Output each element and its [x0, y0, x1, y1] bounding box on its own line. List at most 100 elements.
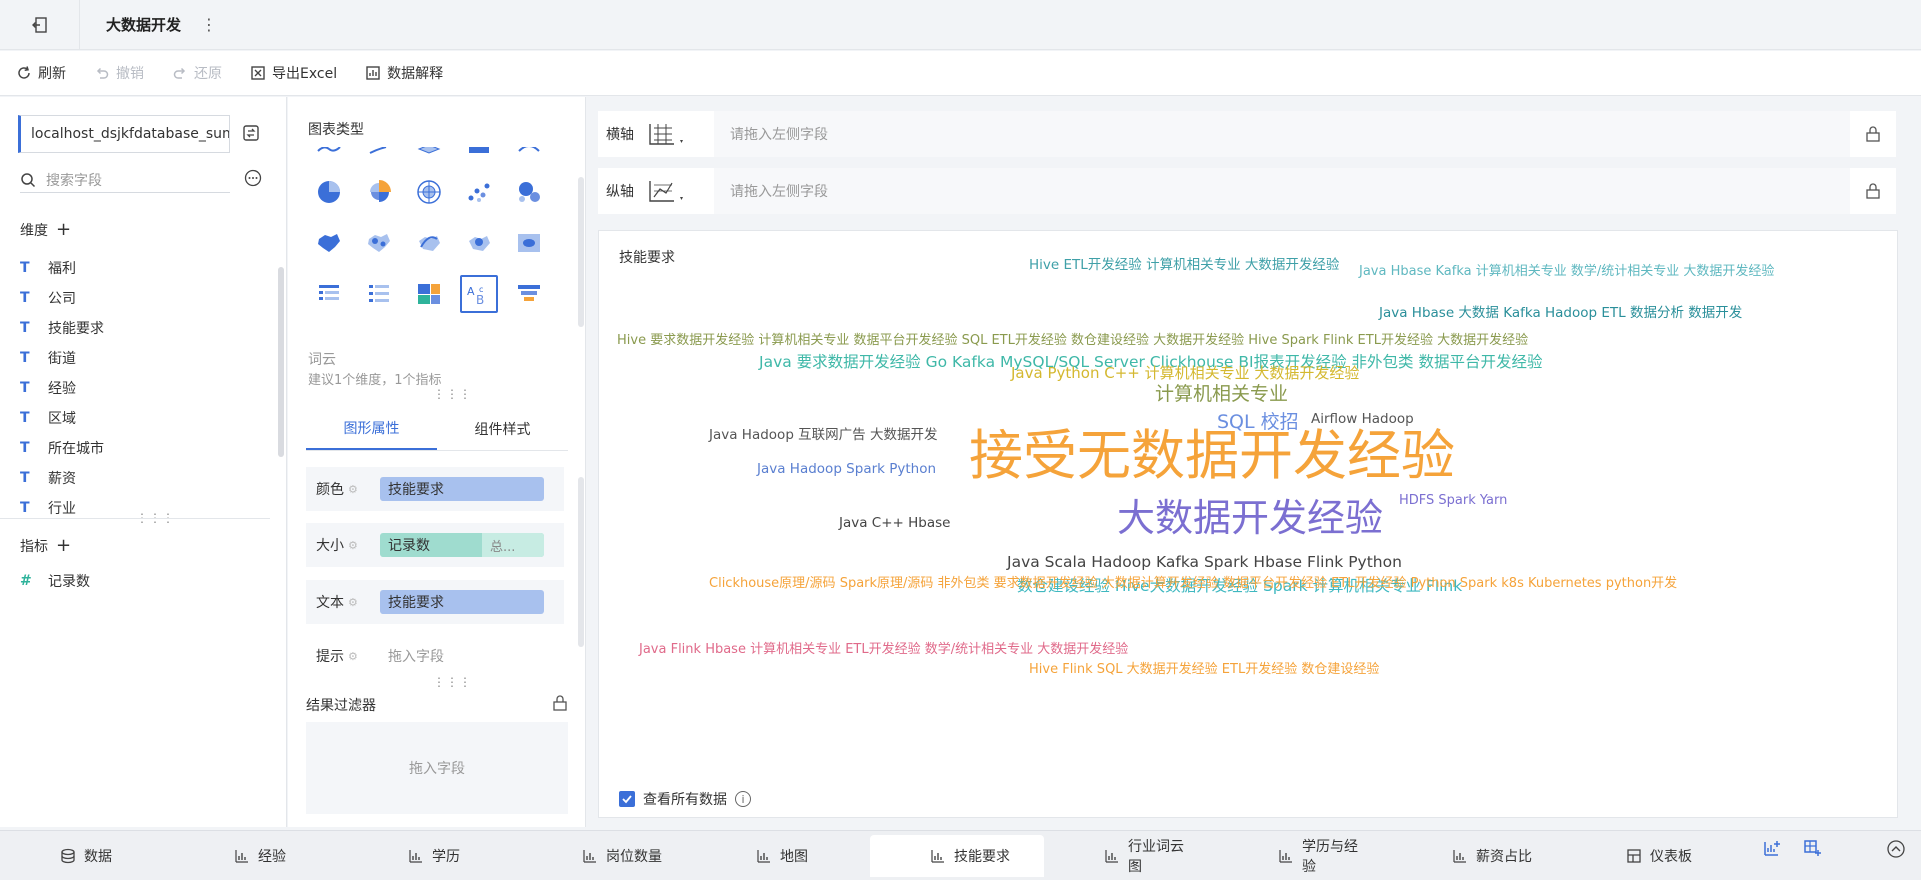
word-cloud-word[interactable]: 计算机相关专业	[1155, 385, 1288, 404]
word-cloud-word[interactable]: HDFS Spark Yarn	[1399, 494, 1507, 507]
resize-handle-icon[interactable]: ⋮⋮⋮	[433, 675, 472, 689]
tab-graphic-props[interactable]: 图形属性	[306, 407, 437, 450]
y-axis-type-icon[interactable]	[646, 177, 708, 205]
add-dashboard-icon[interactable]	[1802, 838, 1822, 858]
export-excel-button[interactable]: 导出Excel	[250, 63, 337, 83]
word-cloud-word[interactable]: Hive ETL开发经验 计算机相关专业 大数据开发经验	[1029, 258, 1339, 273]
radar-chart-icon[interactable]	[410, 173, 448, 211]
word-cloud-word[interactable]: Clickhouse原理/源码 Spark原理/源码 非外包类 要求数据开发经验…	[709, 577, 1677, 590]
aggregation-label[interactable]: 总...	[482, 533, 544, 557]
checkbox-checked-icon[interactable]	[619, 791, 635, 807]
detail-table-icon[interactable]	[360, 275, 398, 313]
word-cloud-word[interactable]: Java Flink Hbase 计算机相关专业 ETL开发经验 数学/统计相关…	[639, 643, 1128, 656]
data-explain-button[interactable]: 数据解释	[365, 63, 443, 83]
y-axis-lock-icon[interactable]	[1850, 183, 1896, 199]
word-cloud-word[interactable]: Java Hadoop 互联网广告 大数据开发	[709, 428, 937, 443]
undo-button[interactable]: 撤销	[94, 63, 144, 83]
dimension-field[interactable]: T 公司	[20, 283, 270, 313]
tab-sheet[interactable]: 行业词云图	[1044, 835, 1218, 877]
search-more-icon[interactable]	[244, 169, 262, 191]
curve-chart-icon[interactable]	[360, 147, 398, 163]
dimension-field[interactable]: T 所在城市	[20, 433, 270, 463]
color-field-chip[interactable]: 技能要求	[380, 477, 544, 501]
word-cloud-word[interactable]: Java Hadoop Spark Python	[757, 462, 936, 477]
dimension-scrollbar[interactable]	[278, 267, 284, 457]
tab-sheet[interactable]: 薪资占比	[1392, 835, 1566, 877]
heat-map-icon[interactable]	[460, 224, 498, 262]
word-cloud-word[interactable]: Java Python C++ 计算机相关专业 大数据开发经验	[1011, 366, 1359, 381]
word-cloud-word[interactable]: Hive Flink SQL 大数据开发经验 ETL开发经验 数仓建设经验	[1029, 663, 1379, 676]
bubble-chart-icon[interactable]	[510, 173, 548, 211]
tooltip-drop-zone[interactable]: 拖入字段	[380, 646, 444, 666]
add-component-icon[interactable]	[1762, 838, 1782, 858]
dimension-field[interactable]: T 区域	[20, 403, 270, 433]
switch-datasource-icon[interactable]	[242, 124, 260, 146]
add-measure-icon[interactable]: +	[56, 535, 71, 556]
x-axis-lock-icon[interactable]	[1850, 126, 1896, 142]
polar-chart-icon[interactable]	[510, 147, 548, 163]
refresh-button[interactable]: 刷新	[16, 63, 66, 83]
dimension-field[interactable]: T 街道	[20, 343, 270, 373]
flow-map-icon[interactable]	[410, 224, 448, 262]
x-axis-type-icon[interactable]	[646, 120, 708, 148]
bubble-map-icon[interactable]	[360, 224, 398, 262]
x-axis-drop-zone[interactable]: 请拖入左侧字段	[714, 111, 1850, 157]
word-cloud-chart-icon[interactable]: ABc	[460, 275, 498, 313]
info-icon[interactable]: i	[735, 791, 751, 807]
area-3d-chart-icon[interactable]	[410, 147, 448, 163]
tab-sheet[interactable]: 学历	[348, 835, 522, 877]
gear-icon[interactable]: ⚙	[348, 650, 358, 663]
tab-sheet[interactable]: 地图	[696, 835, 870, 877]
word-cloud-word[interactable]: Java Scala Hadoop Kafka Spark Hbase Flin…	[1007, 554, 1402, 571]
rose-chart-icon[interactable]	[360, 173, 398, 211]
tab-sheet[interactable]: 数据	[0, 835, 174, 877]
tab-sheet[interactable]: 学历与经验	[1218, 835, 1392, 877]
view-all-data-toggle[interactable]: 查看所有数据 i	[619, 789, 751, 809]
y-axis-drop-zone[interactable]: 请拖入左侧字段	[714, 168, 1850, 214]
back-button[interactable]	[0, 0, 80, 50]
tab-sheet[interactable]: 岗位数量	[522, 835, 696, 877]
chart-type-scrollbar[interactable]	[578, 177, 584, 327]
line-chart-icon[interactable]	[310, 147, 348, 163]
scatter-chart-icon[interactable]	[460, 173, 498, 211]
word-cloud-word[interactable]: Java Hbase 大数据 Kafka Hadoop ETL 数据分析 数据开…	[1379, 306, 1742, 321]
text-field-chip[interactable]: 技能要求	[380, 590, 544, 614]
dimension-field[interactable]: T 经验	[20, 373, 270, 403]
gear-icon[interactable]: ⚙	[348, 483, 358, 496]
result-filter-drop-zone[interactable]: 拖入字段	[306, 722, 568, 814]
tab-sheet[interactable]: 技能要求	[870, 834, 1044, 877]
props-scrollbar[interactable]	[578, 477, 584, 647]
area-chart-icon[interactable]	[460, 147, 498, 163]
region-map-icon[interactable]	[510, 224, 548, 262]
datasource-selector[interactable]: localhost_dsjkfdatabase_sum	[18, 115, 230, 153]
more-menu-icon[interactable]: ⋮	[201, 15, 217, 34]
dimension-field[interactable]: T 技能要求	[20, 313, 270, 343]
word-cloud-word[interactable]: SQL 校招	[1217, 413, 1299, 432]
lock-icon[interactable]	[552, 695, 568, 711]
word-cloud-word[interactable]: 大数据开发经验	[1117, 499, 1383, 537]
word-cloud-word[interactable]: 接受无数据开发经验	[969, 429, 1455, 483]
tab-sheet[interactable]: 经验	[174, 835, 348, 877]
redo-button[interactable]: 还原	[172, 63, 222, 83]
map-chart-icon[interactable]	[310, 224, 348, 262]
resize-handle-icon[interactable]: ⋮⋮⋮	[433, 387, 472, 401]
gear-icon[interactable]: ⚙	[348, 596, 358, 609]
word-cloud-word[interactable]: Java C++ Hbase	[839, 516, 950, 531]
gear-icon[interactable]: ⚙	[348, 539, 358, 552]
tab-sheet[interactable]: 仪表板	[1566, 835, 1740, 877]
collapse-up-icon[interactable]	[1886, 839, 1906, 863]
dimension-field[interactable]: T 薪资	[20, 463, 270, 493]
pie-chart-icon[interactable]	[310, 173, 348, 211]
word-cloud-word[interactable]: Hive 要求数据开发经验 计算机相关专业 数据平台开发经验 SQL ETL开发…	[617, 334, 1528, 347]
tab-component-style[interactable]: 组件样式	[437, 407, 568, 450]
word-cloud-word[interactable]: Airflow Hadoop	[1311, 412, 1414, 427]
size-field-chip[interactable]: 记录数 总...	[380, 533, 544, 557]
field-search[interactable]: 搜索字段	[20, 167, 230, 193]
dimension-field[interactable]: T 福利	[20, 253, 270, 283]
funnel-chart-icon[interactable]	[510, 275, 548, 313]
measure-item[interactable]: # 记录数	[20, 571, 90, 591]
table-chart-icon[interactable]	[310, 275, 348, 313]
treemap-chart-icon[interactable]	[410, 275, 448, 313]
word-cloud-word[interactable]: Java Hbase Kafka 计算机相关专业 数学/统计相关专业 大数据开发…	[1359, 265, 1774, 278]
add-dimension-icon[interactable]: +	[56, 219, 71, 240]
